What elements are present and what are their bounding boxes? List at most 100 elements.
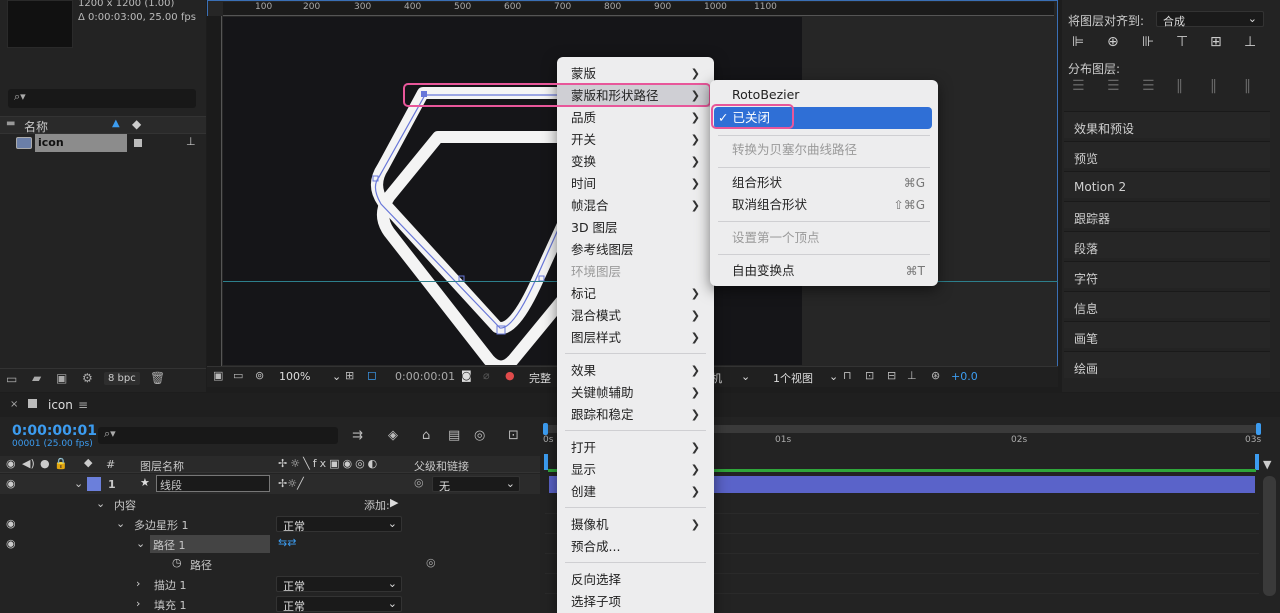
frame-blending-icon[interactable]: ▤ (448, 428, 460, 443)
menu-item-keyframe-assistant[interactable]: 关键帧辅助 ❯ (557, 382, 714, 404)
view-layout-dropdown[interactable]: 1个视图 (773, 370, 813, 386)
panel-character[interactable]: 字符 (1064, 261, 1270, 288)
solo-icon[interactable]: ● (40, 457, 50, 470)
always-preview-icon[interactable]: ▣ (213, 369, 223, 382)
new-comp-icon[interactable]: ▣ (56, 371, 67, 385)
menu-item-guide-layer[interactable]: 参考线图层 (557, 239, 714, 261)
project-settings-icon[interactable]: ⚙ (82, 371, 93, 385)
mask-visibility-icon[interactable]: ◻ (367, 368, 377, 382)
viewer-timecode[interactable]: 0:00:00:01 (395, 370, 455, 383)
menu-item-group-shapes[interactable]: 组合形状 ⌘G (710, 172, 938, 194)
stopwatch-icon[interactable]: ◷ (172, 556, 182, 569)
new-folder-icon[interactable]: ▰ (32, 371, 41, 385)
eye-icon[interactable]: ◉ (6, 537, 16, 550)
menu-item-effect[interactable]: 效果 ❯ (557, 360, 714, 382)
audio-icon[interactable]: ◀) (22, 457, 35, 470)
align-top-icon[interactable]: ⊤ (1176, 34, 1188, 50)
fill-row[interactable]: › 填充 1 正常 ⌄ (0, 594, 540, 613)
menu-item-invert-selection[interactable]: 反向选择 (557, 569, 714, 591)
menu-item-time[interactable]: 时间 ❯ (557, 173, 714, 195)
parent-dropdown[interactable]: 无 ⌄ (432, 476, 520, 493)
menu-item-select-children[interactable]: 选择子项 (557, 591, 714, 613)
menu-item-3d-layer[interactable]: 3D 图层 (557, 217, 714, 239)
menu-item-frame-blending[interactable]: 帧混合 ❯ (557, 195, 714, 217)
snapshot-icon[interactable]: ◙ (461, 369, 472, 382)
eye-icon[interactable]: ◉ (6, 517, 16, 530)
panel-tracker[interactable]: 跟踪器 (1064, 201, 1270, 228)
resolution-dropdown[interactable]: 完整 (529, 370, 551, 386)
tag-icon[interactable]: ◆ (132, 117, 141, 131)
zoom-dropdown[interactable]: 100% ⌄ (279, 370, 341, 383)
zoom-in-icon[interactable]: ▼ (1263, 458, 1271, 471)
layer-name-column-header[interactable]: 图层名称 (140, 458, 184, 474)
work-area-end-handle[interactable] (1256, 423, 1261, 435)
panel-brushes[interactable]: 画笔 (1064, 321, 1270, 348)
menu-item-transform[interactable]: 变换 ❯ (557, 151, 714, 173)
expand-chevron-icon[interactable]: ⌄ (116, 517, 125, 530)
path1-label[interactable]: 路径 1 (150, 535, 270, 553)
timeline-scrollbar[interactable] (1263, 476, 1276, 596)
lock-icon[interactable]: 🔒 (54, 457, 68, 470)
shy-icon[interactable]: ⌂ (422, 428, 430, 443)
menu-item-switches[interactable]: 开关 ❯ (557, 129, 714, 151)
stroke-row[interactable]: › 描边 1 正常 ⌄ (0, 574, 540, 594)
project-item-row[interactable]: icon ⊥ (0, 134, 206, 152)
timeline-icon[interactable]: ⊟ (887, 369, 896, 382)
sort-ascending-icon[interactable]: ▲ (112, 118, 120, 129)
panel-info[interactable]: 信息 (1064, 291, 1270, 318)
menu-item-mask[interactable]: 蒙版 ❯ (557, 63, 714, 85)
align-right-icon[interactable]: ⊪ (1142, 34, 1154, 50)
expression-pickwhip-icon[interactable]: ◎ (426, 556, 436, 569)
menu-item-quality[interactable]: 品质 ❯ (557, 107, 714, 129)
eye-icon[interactable]: ◉ (6, 457, 16, 470)
project-item-name[interactable]: icon (35, 134, 127, 152)
path-row[interactable]: ◷ 路径 ◎ (0, 554, 540, 574)
menu-item-create[interactable]: 创建 ❯ (557, 481, 714, 503)
path-direction-icons[interactable]: ⇆⇄ (278, 536, 296, 549)
graph-editor-icon[interactable]: ⊡ (508, 428, 519, 443)
align-left-icon[interactable]: ⊫ (1072, 34, 1084, 50)
draft-3d-icon[interactable]: ◈ (388, 428, 398, 443)
menu-icon[interactable]: ≡ (78, 398, 88, 412)
align-bottom-icon[interactable]: ⊥ (1244, 34, 1256, 50)
comp-flowchart-icon[interactable]: ⇉ (352, 428, 363, 443)
menu-item-camera[interactable]: 摄像机 ❯ (557, 514, 714, 536)
label-column-icon[interactable]: ▬ (6, 118, 15, 129)
panel-effects-presets[interactable]: 效果和预设 (1064, 111, 1270, 138)
polystar-row[interactable]: ◉ ⌄ 多边星形 1 正常 ⌄ (0, 514, 540, 534)
blend-mode-dropdown[interactable]: 正常 ⌄ (276, 516, 402, 533)
menu-item-pre-compose[interactable]: 预合成... (557, 536, 714, 558)
safe-zones-icon[interactable]: ⊞ (345, 369, 354, 382)
layer-label-color[interactable] (87, 477, 101, 491)
menu-item-markers[interactable]: 标记 ❯ (557, 283, 714, 305)
path1-row[interactable]: ◉ ⌄ 路径 1 ⇆⇄ (0, 534, 540, 554)
align-target-dropdown[interactable]: 合成 ⌄ (1156, 11, 1264, 28)
eye-icon[interactable]: ◉ (6, 477, 16, 490)
menu-item-reveal[interactable]: 显示 ❯ (557, 459, 714, 481)
name-column-header[interactable]: 名称 (24, 118, 48, 135)
layer-name-field[interactable]: 线段 (156, 475, 270, 492)
panel-preview[interactable]: 预览 (1064, 141, 1270, 168)
toggle-pixel-aspect-icon[interactable]: ⊓ (843, 369, 852, 382)
work-area-start-handle[interactable] (543, 423, 548, 435)
expand-chevron-icon[interactable]: › (136, 577, 140, 590)
show-snapshot-icon[interactable]: ⌀ (483, 369, 490, 382)
menu-item-free-transform[interactable]: 自由变换点 ⌘T (710, 260, 938, 282)
align-vcenter-icon[interactable]: ⊞ (1210, 34, 1222, 50)
monitor-icon[interactable]: ▭ (233, 369, 243, 382)
menu-item-blending-mode[interactable]: 混合模式 ❯ (557, 305, 714, 327)
time-indicator-end[interactable] (1255, 454, 1259, 470)
panel-paint[interactable]: 绘画 (1064, 351, 1270, 378)
menu-item-track-stabilize[interactable]: 跟踪和稳定 ❯ (557, 404, 714, 426)
panel-paragraph[interactable]: 段落 (1064, 231, 1270, 258)
project-search-input[interactable]: ⌕▾ (8, 89, 196, 108)
motion-blur-icon[interactable]: ◎ (474, 428, 485, 443)
menu-item-layer-styles[interactable]: 图层样式 ❯ (557, 327, 714, 349)
fast-previews-icon[interactable]: ⊡ (865, 369, 874, 382)
menu-item-open[interactable]: 打开 ❯ (557, 437, 714, 459)
interpret-footage-icon[interactable]: ▭ (6, 372, 17, 386)
item-label-color[interactable] (134, 139, 142, 147)
parent-column-header[interactable]: 父级和链接 (414, 458, 469, 474)
expand-chevron-icon[interactable]: ⌄ (136, 537, 145, 550)
stroke-mode-dropdown[interactable]: 正常 ⌄ (276, 576, 402, 593)
